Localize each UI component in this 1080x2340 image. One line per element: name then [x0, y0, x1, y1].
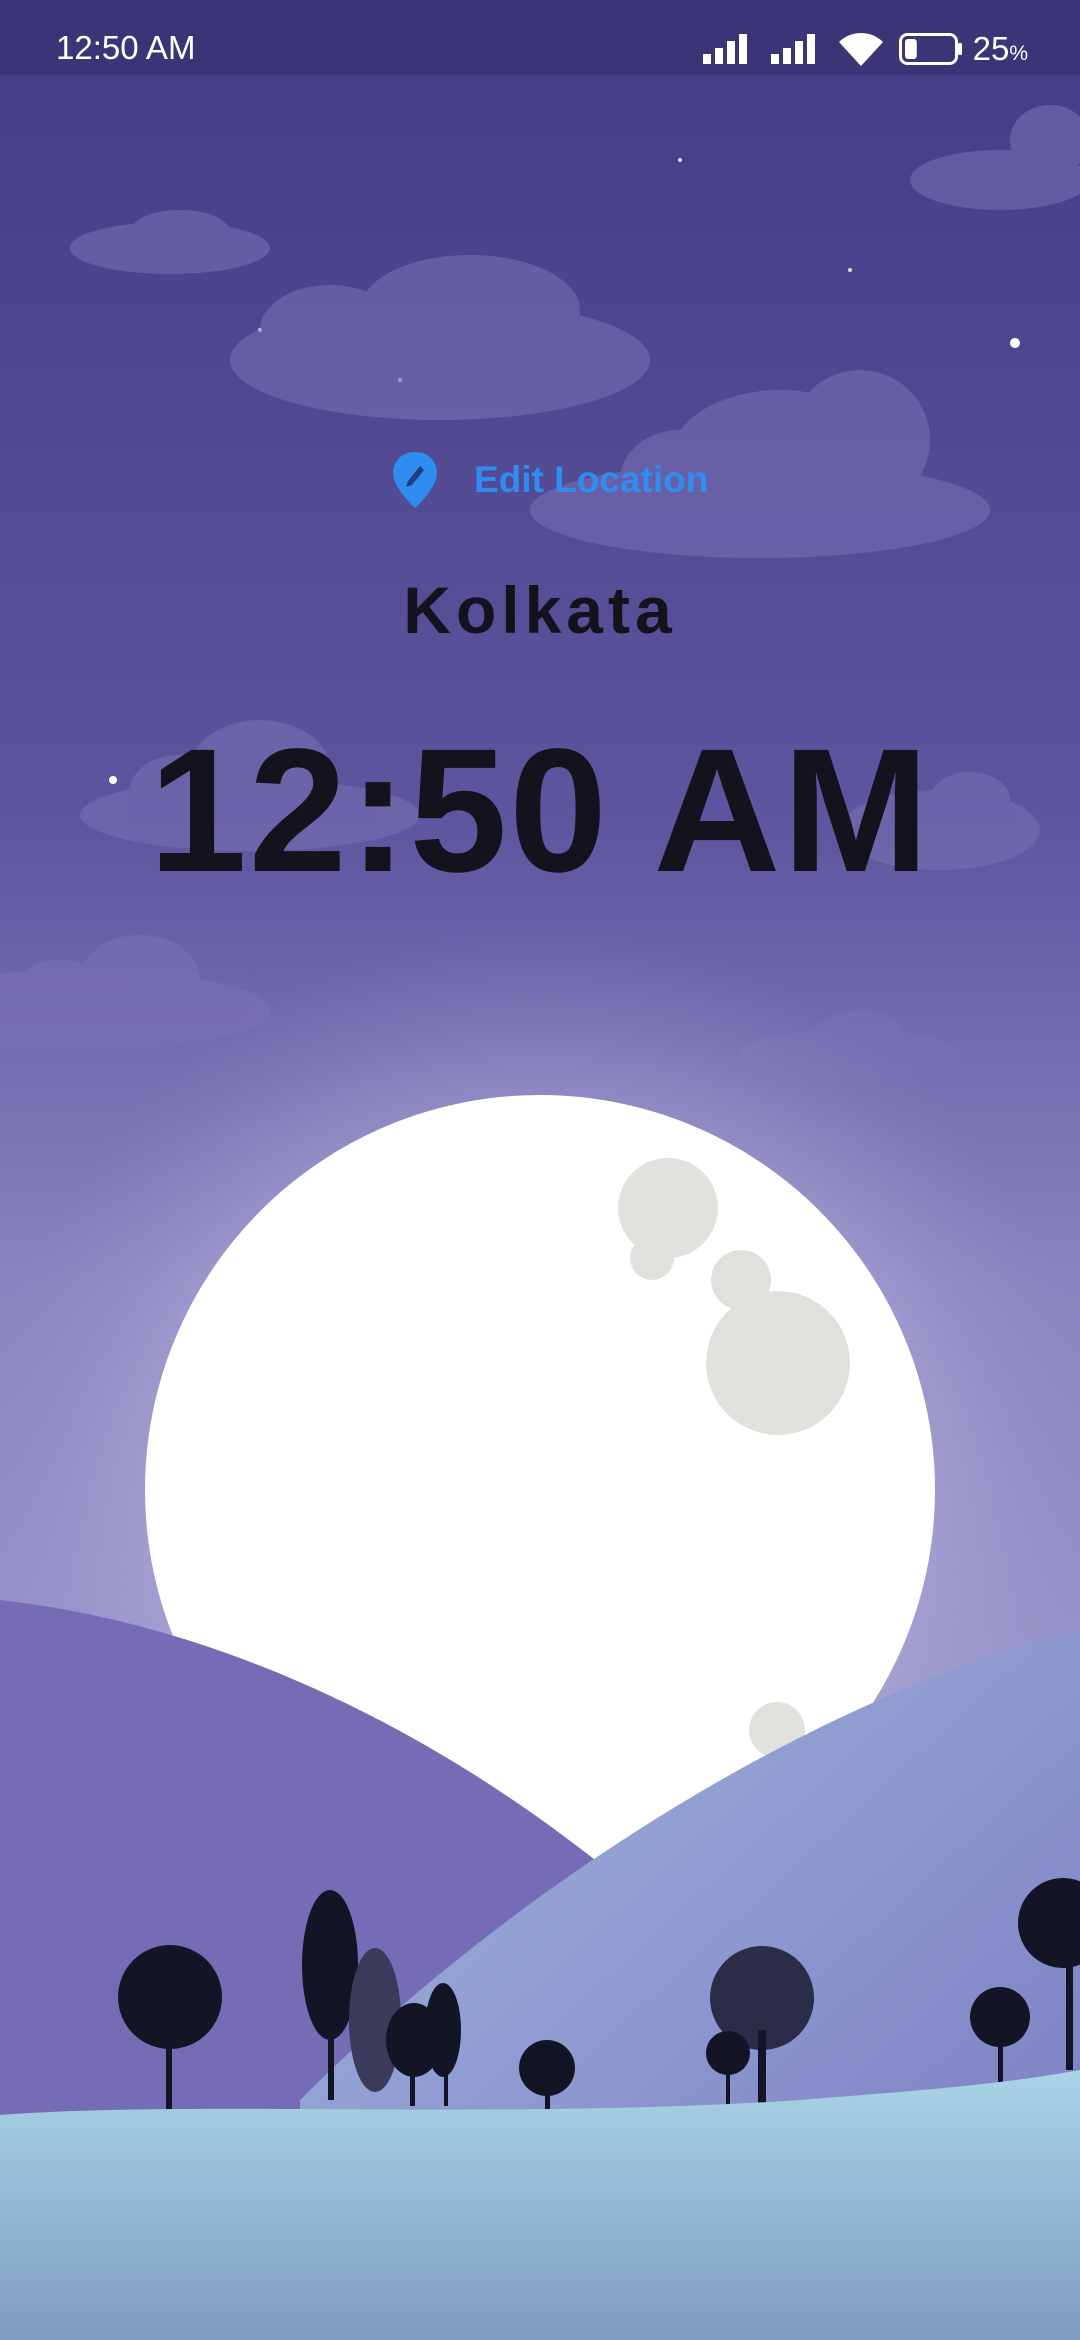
status-time: 12:50 AM — [56, 29, 196, 66]
night-background-illustration — [0, 0, 1080, 2340]
local-time: 12:50 AM — [148, 713, 932, 909]
edit-location-label: Edit Location — [474, 459, 709, 500]
location-pin-edit-icon — [393, 452, 437, 508]
status-bar: 12:50 AM 25% — [0, 0, 1080, 75]
status-icons: 25% — [702, 28, 1028, 70]
signal-icon — [702, 34, 747, 64]
signal-icon — [770, 34, 815, 64]
app-screen: 12:50 AM 25% Edit Location Kolkata 12:50… — [0, 0, 1080, 2340]
edit-location-button[interactable]: Edit Location — [390, 448, 708, 512]
battery-percent: 25% — [972, 30, 1028, 67]
city-name: Kolkata — [403, 573, 677, 647]
battery-icon — [898, 33, 962, 65]
wifi-icon — [838, 33, 883, 66]
